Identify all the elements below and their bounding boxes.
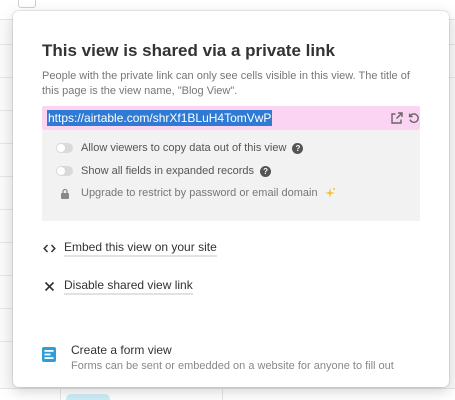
background-toolbar-button [18,0,36,8]
share-options-panel: Allow viewers to copy data out of this v… [42,130,420,221]
show-all-fields-toggle[interactable] [56,166,73,176]
background-divider [60,388,61,400]
lock-icon [56,188,73,199]
share-link-row: https://airtable.com/shrXf1BLuH4TomVwP [42,106,420,130]
embed-view-label[interactable]: Embed this view on your site [64,240,217,257]
background-grid-line [449,77,455,78]
show-all-fields-label: Show all fields in expanded records [81,165,255,177]
show-all-fields-option: Show all fields in expanded records ? [56,163,272,179]
share-link-url[interactable]: https://airtable.com/shrXf1BLuH4TomVwP [47,110,273,126]
refresh-icon[interactable] [407,111,421,125]
background-grid-line [449,44,455,45]
upgrade-option[interactable]: Upgrade to restrict by password or email… [56,185,336,201]
background-pill [66,394,110,400]
sparkle-icon [324,187,336,199]
allow-copy-option: Allow viewers to copy data out of this v… [56,140,304,156]
upgrade-label[interactable]: Upgrade to restrict by password or email… [81,187,318,199]
background-divider [222,388,223,400]
popover-title: This view is shared via a private link [42,41,335,60]
question-circle-icon[interactable]: ? [292,142,304,154]
create-form-view-item[interactable]: Create a form view Forms can be sent or … [42,343,432,375]
create-form-view-subtitle: Forms can be sent or embedded on a websi… [71,360,394,372]
embed-view-action[interactable]: Embed this view on your site [42,239,217,257]
create-form-view-title[interactable]: Create a form view [71,343,172,357]
external-link-icon[interactable] [390,111,404,125]
disable-link-action[interactable]: Disable shared view link [42,277,193,295]
question-circle-icon[interactable]: ? [260,165,272,177]
disable-link-label[interactable]: Disable shared view link [64,278,193,295]
allow-copy-toggle[interactable] [56,143,73,153]
form-view-icon [42,347,56,362]
x-icon [42,280,56,293]
code-icon [42,242,56,255]
popover-description: People with the private link can only se… [42,70,410,97]
allow-copy-label: Allow viewers to copy data out of this v… [81,142,287,154]
share-view-popover: This view is shared via a private link P… [13,11,449,387]
